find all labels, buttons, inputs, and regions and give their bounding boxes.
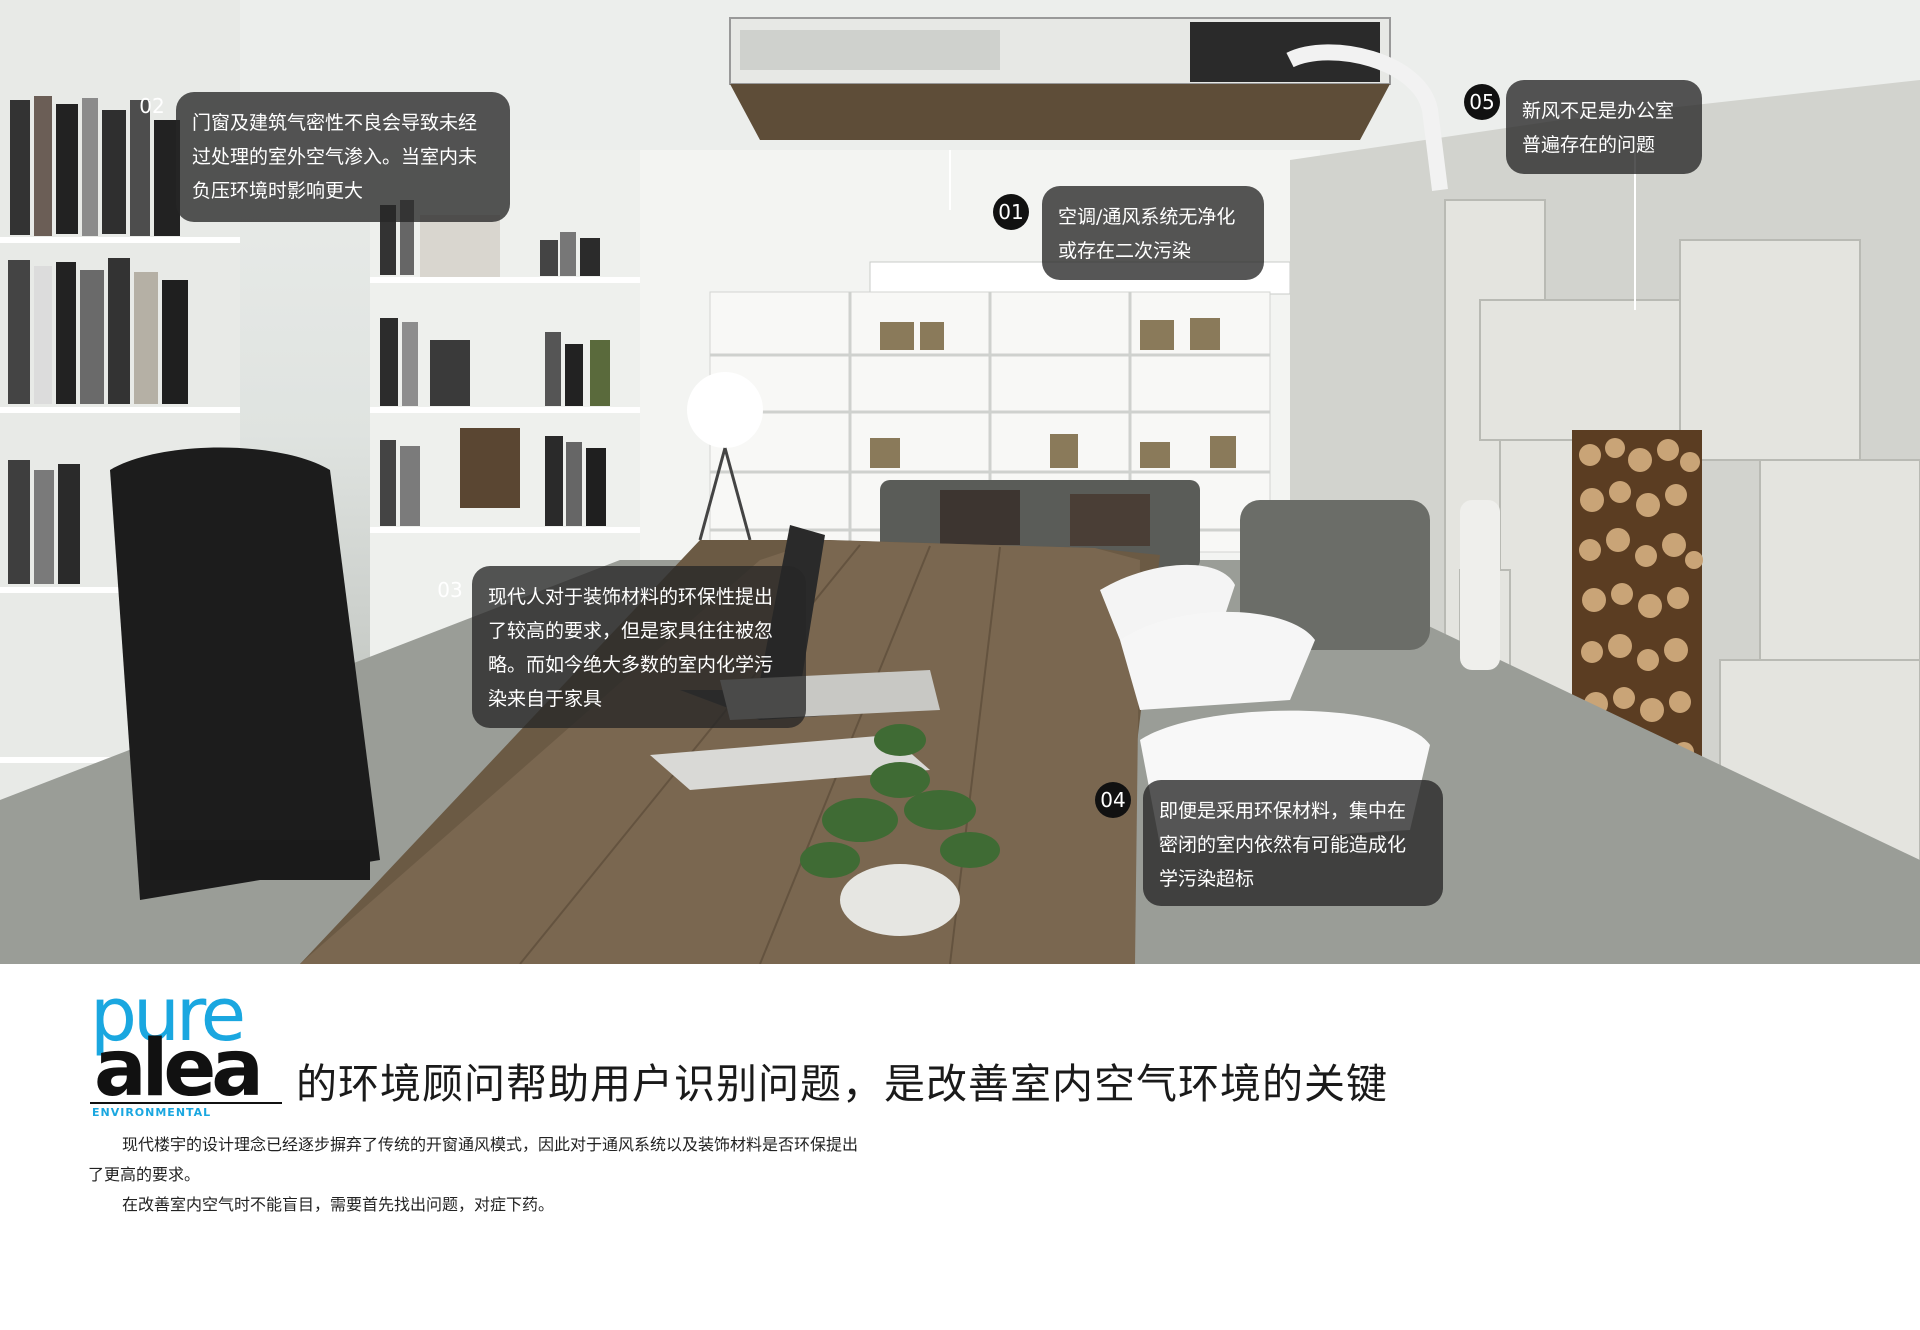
callout-02: 门窗及建筑气密性不良会导致未经 过处理的室外空气渗入。当室内未 负压环境时影响更… [176, 92, 510, 222]
callout-number-05: 05 [1464, 84, 1500, 120]
callout-number-04: 04 [1095, 782, 1131, 818]
callout-03: 现代人对于装饰材料的环保性提出 了较高的要求，但是家具往往被忽 略。而如今绝大多… [472, 566, 806, 728]
logo-rule [90, 1102, 282, 1104]
body-para2: 在改善室内空气时不能盲目，需要首先找出问题，对症下药。 [122, 1195, 555, 1214]
callout-04: 即便是采用环保材料，集中在 密闭的室内依然有可能造成化 学污染超标 [1143, 780, 1443, 906]
callout-number-01: 01 [993, 194, 1029, 230]
callout-01: 空调/通风系统无净化 或存在二次污染 [1042, 186, 1264, 280]
callout-number-02: 02 [139, 94, 165, 118]
callout-number-03: 03 [437, 578, 463, 602]
body-para1-line1: 现代楼宇的设计理念已经逐步摒弃了传统的开窗通风模式，因此对于通风系统以及装饰材料… [122, 1135, 859, 1154]
leader-line-05 [1634, 150, 1636, 310]
callout-05: 新风不足是办公室 普遍存在的问题 [1506, 80, 1702, 174]
body-para1-line2: 了更高的要求。 [88, 1165, 201, 1184]
body-text: 现代楼宇的设计理念已经逐步摒弃了传统的开窗通风模式，因此对于通风系统以及装饰材料… [88, 1130, 908, 1220]
headline: 的环境顾问帮助用户识别问题，是改善室内空气环境的关键 [296, 1060, 1388, 1108]
logo-tagline: ENVIRONMENTAL [92, 1106, 212, 1119]
purealea-logo: pure alea ENVIRONMENTAL [90, 972, 290, 1120]
leader-line-01 [949, 150, 951, 210]
logo-word-alea: alea [94, 1024, 264, 1114]
